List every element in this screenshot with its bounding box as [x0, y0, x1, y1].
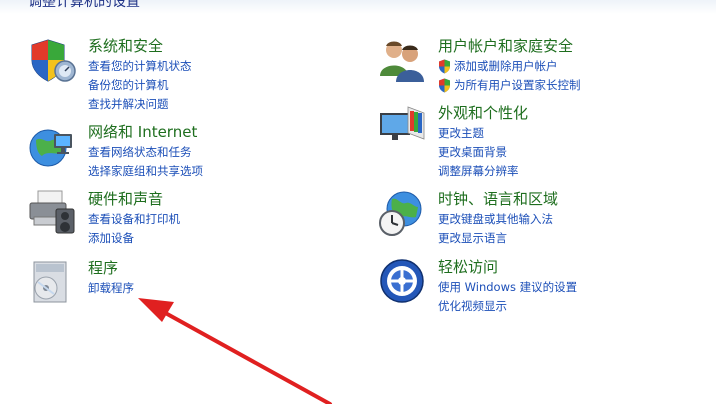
link-optimize-display[interactable]: 优化视频显示: [438, 297, 577, 316]
clock-globe-icon[interactable]: [378, 189, 426, 237]
link-uninstall-program[interactable]: 卸载程序: [88, 279, 134, 298]
link-homegroup[interactable]: 选择家庭组和共享选项: [88, 162, 203, 181]
link-backup[interactable]: 备份您的计算机: [88, 76, 192, 95]
category-title[interactable]: 用户帐户和家庭安全: [438, 36, 581, 56]
uac-shield-icon: [439, 78, 450, 93]
uac-shield-icon: [439, 59, 450, 74]
link-network-status[interactable]: 查看网络状态和任务: [88, 143, 203, 162]
category-title[interactable]: 系统和安全: [88, 36, 192, 56]
category-title[interactable]: 程序: [88, 258, 134, 278]
link-change-background[interactable]: 更改桌面背景: [438, 143, 528, 162]
ease-of-access-icon[interactable]: [378, 257, 426, 305]
printer-icon[interactable]: [28, 189, 76, 237]
link-label: 为所有用户设置家长控制: [454, 78, 581, 92]
users-icon[interactable]: [378, 36, 426, 84]
page-heading: 调整计算机的设置: [28, 0, 140, 10]
link-devices-printers[interactable]: 查看设备和打印机: [88, 210, 180, 229]
link-change-theme[interactable]: 更改主题: [438, 124, 528, 143]
link-add-device[interactable]: 添加设备: [88, 229, 180, 248]
link-add-remove-users[interactable]: 添加或删除用户帐户: [438, 57, 581, 76]
link-display-language[interactable]: 更改显示语言: [438, 229, 558, 248]
network-globe-icon[interactable]: [28, 122, 76, 170]
category-title[interactable]: 外观和个性化: [438, 103, 528, 123]
category-title[interactable]: 轻松访问: [438, 257, 577, 277]
category-title[interactable]: 网络和 Internet: [88, 122, 203, 142]
link-check-status[interactable]: 查看您的计算机状态: [88, 57, 192, 76]
link-troubleshoot[interactable]: 查找并解决问题: [88, 95, 192, 114]
link-label: 添加或删除用户帐户: [454, 59, 558, 73]
category-title[interactable]: 时钟、语言和区域: [438, 189, 558, 209]
category-title[interactable]: 硬件和声音: [88, 189, 180, 209]
appearance-icon[interactable]: [378, 103, 426, 151]
link-windows-recommended[interactable]: 使用 Windows 建议的设置: [438, 278, 577, 297]
shield-icon[interactable]: [28, 36, 76, 84]
link-change-input[interactable]: 更改键盘或其他输入法: [438, 210, 558, 229]
link-parental-controls[interactable]: 为所有用户设置家长控制: [438, 76, 581, 95]
link-resolution[interactable]: 调整屏幕分辨率: [438, 162, 528, 181]
programs-icon[interactable]: [28, 258, 76, 306]
